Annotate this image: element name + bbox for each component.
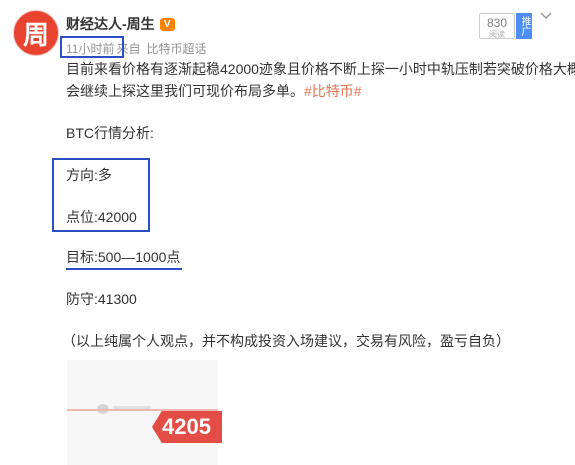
entry-text: 点位:42000 — [66, 209, 137, 225]
post-source-topic[interactable]: 比特币超话 — [146, 40, 206, 57]
watermark-icon — [97, 404, 151, 414]
read-label: 阅读 — [489, 30, 505, 39]
post-text-line-1: 目前来看价格有逐渐起稳42000迹象且价格不断上探一小时中轨压制若突破价格大概率 — [66, 61, 575, 77]
image-price-line — [67, 409, 218, 411]
annotation-underline-target — [66, 268, 182, 270]
post-meta: 11小时前 来自 比特币超话 — [66, 40, 207, 57]
author-row: 财经达人-周生 V — [66, 14, 175, 34]
section-title: BTC行情分析: — [66, 125, 154, 141]
target-text: 目标:500—1000点 — [66, 249, 181, 265]
direction-text: 方向:多 — [66, 167, 112, 183]
stop-text: 防守:41300 — [66, 291, 137, 307]
image-price-badge: 4205 — [152, 411, 222, 443]
chevron-down-icon[interactable] — [538, 8, 554, 24]
avatar-glyph: 周 — [22, 20, 49, 51]
disclaimer-text: （以上纯属个人观点，并不构成投资入场建议，交易有风险，盈亏自负） — [62, 333, 510, 349]
vip-badge-icon: V — [159, 17, 175, 31]
promo-tag[interactable]: 推广 — [516, 13, 532, 39]
post-text-line-2: 会继续上探这里我们可现价布局多单。#比特币# — [66, 80, 362, 102]
post-time[interactable]: 11小时前 — [66, 40, 114, 57]
read-count: 830 — [486, 16, 508, 30]
post-source-prefix: 来自 — [116, 42, 141, 56]
read-count-box: 830 阅读 — [479, 13, 515, 39]
post-text-line-2-body: 会继续上探这里我们可现价布局多单。 — [66, 83, 304, 99]
author-name[interactable]: 财经达人-周生 — [66, 14, 155, 34]
hashtag-link[interactable]: #比特币# — [304, 83, 362, 99]
avatar[interactable]: 周 — [13, 10, 59, 56]
